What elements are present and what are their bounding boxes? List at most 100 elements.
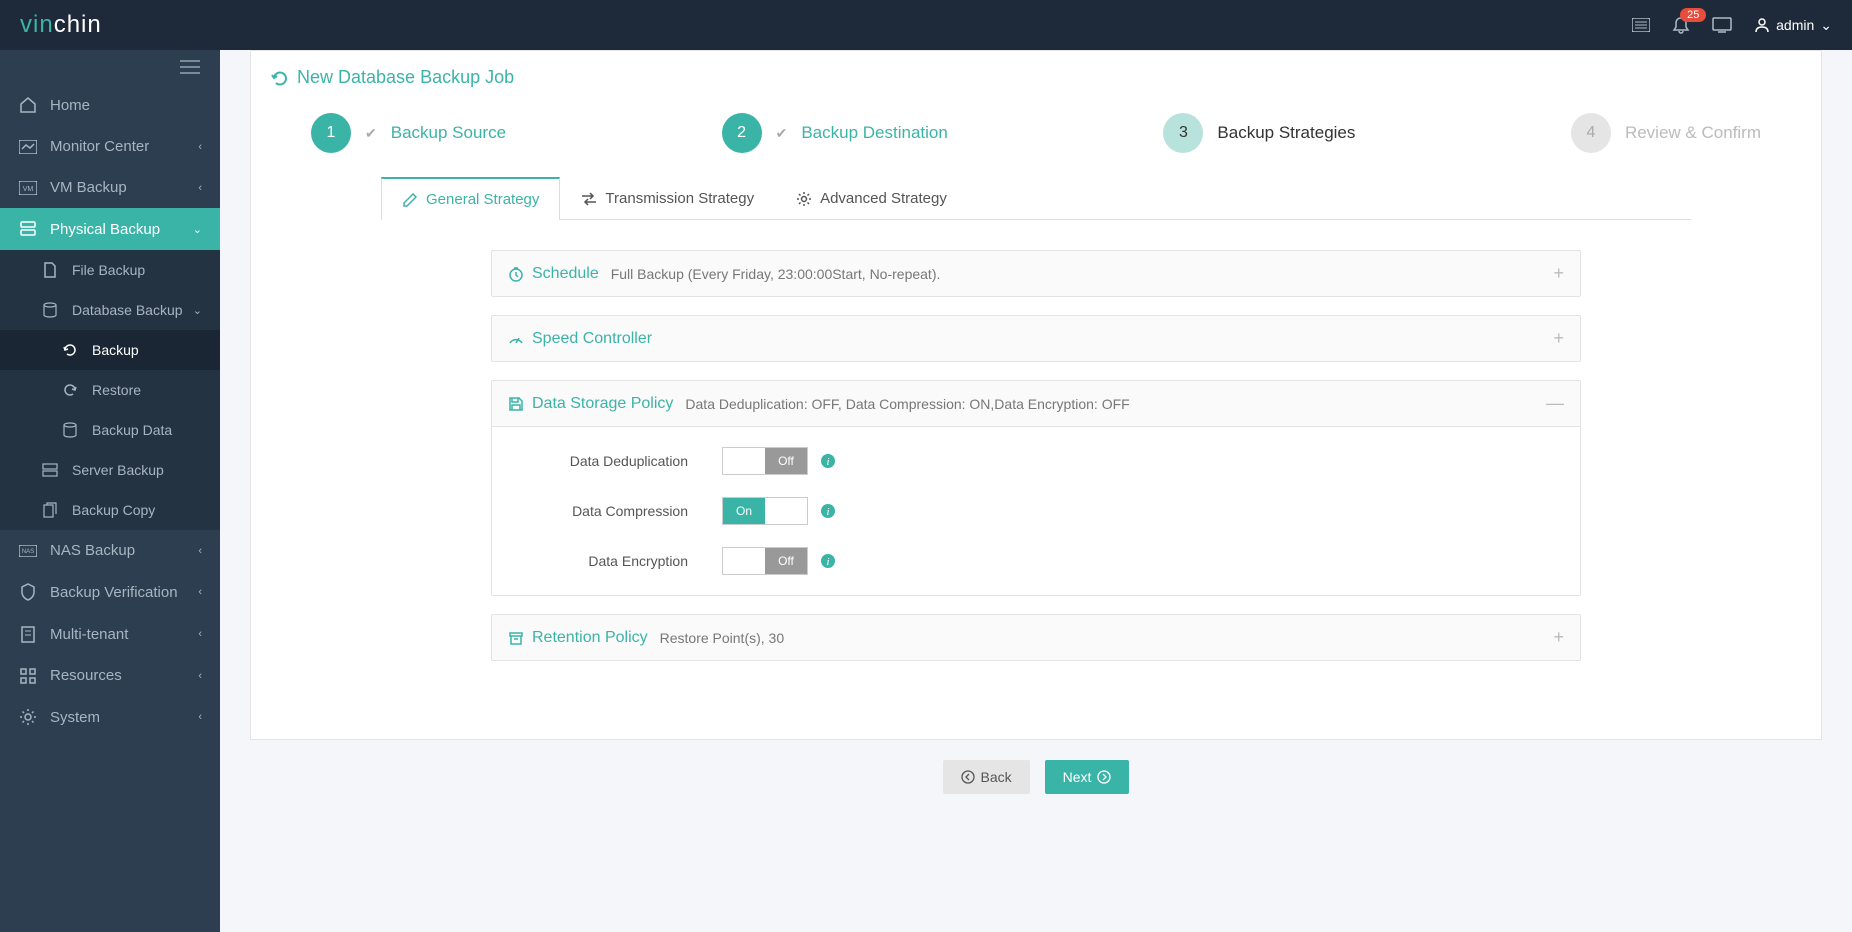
logo[interactable]: vinchin — [20, 11, 102, 39]
retention-section: Retention Policy Restore Point(s), 30 + — [491, 614, 1581, 661]
info-icon[interactable]: i — [820, 503, 836, 519]
chevron-icon: ‹ — [198, 711, 202, 723]
monitor-icon[interactable] — [1712, 17, 1732, 33]
database-icon — [60, 422, 80, 438]
step-number: 1 — [311, 113, 351, 153]
svg-text:VM: VM — [23, 186, 34, 193]
tab-advanced-strategy[interactable]: Advanced Strategy — [775, 177, 968, 219]
step-label: Review & Confirm — [1625, 123, 1761, 143]
main-content: New Database Backup Job 1 ✔ Backup Sourc… — [220, 50, 1852, 814]
sidebar-label: Resources — [50, 667, 122, 684]
refresh-icon — [60, 343, 80, 357]
tab-label: Advanced Strategy — [820, 190, 947, 207]
list-icon[interactable] — [1632, 18, 1650, 32]
sidebar-item-physical-backup[interactable]: Physical Backup ⌄ — [0, 208, 220, 250]
encrypt-label: Data Encryption — [522, 553, 722, 569]
sidebar-item-backup-data[interactable]: Backup Data — [0, 410, 220, 450]
next-button[interactable]: Next — [1045, 760, 1130, 794]
sidebar-item-system[interactable]: System ‹ — [0, 696, 220, 738]
refresh-icon — [271, 69, 289, 87]
minus-icon: — — [1546, 393, 1564, 414]
speed-title: Speed Controller — [508, 330, 652, 348]
sidebar-item-backup-copy[interactable]: Backup Copy — [0, 490, 220, 530]
wizard-step-4[interactable]: 4 Review & Confirm — [1571, 113, 1761, 153]
info-icon[interactable]: i — [820, 453, 836, 469]
sidebar-item-monitor[interactable]: Monitor Center ‹ — [0, 126, 220, 167]
archive-icon — [508, 630, 524, 646]
speed-header[interactable]: Speed Controller + — [492, 316, 1580, 361]
toggle-off-half: Off — [765, 548, 807, 574]
restore-icon — [60, 383, 80, 397]
wizard-step-3[interactable]: 3 Backup Strategies — [1163, 113, 1355, 153]
section-title: Schedule — [532, 265, 599, 283]
shield-icon — [18, 583, 38, 601]
tab-transmission-strategy[interactable]: Transmission Strategy — [560, 177, 775, 219]
physical-backup-submenu: File Backup Database Backup ⌄ Backup Res… — [0, 250, 220, 530]
sidebar-item-restore[interactable]: Restore — [0, 370, 220, 410]
sidebar-item-home[interactable]: Home — [0, 84, 220, 126]
sidebar-item-file-backup[interactable]: File Backup — [0, 250, 220, 290]
chevron-icon: ‹ — [198, 182, 202, 194]
accordion-container: Schedule Full Backup (Every Friday, 23:0… — [491, 250, 1581, 661]
chevron-down-icon: ⌄ — [193, 223, 202, 236]
compress-toggle[interactable]: On — [722, 497, 808, 525]
section-title: Retention Policy — [532, 629, 648, 647]
tab-label: Transmission Strategy — [605, 190, 754, 207]
sidebar-item-vm-backup[interactable]: VM VM Backup ‹ — [0, 167, 220, 208]
step-label: Backup Strategies — [1217, 123, 1355, 143]
encrypt-toggle[interactable]: Off — [722, 547, 808, 575]
server-icon — [40, 463, 60, 477]
strategy-tabs: General Strategy Transmission Strategy A… — [381, 177, 1691, 220]
sidebar-item-backup[interactable]: Backup — [0, 330, 220, 370]
database-icon — [40, 302, 60, 318]
retention-summary: Restore Point(s), 30 — [660, 630, 785, 646]
db-backup-submenu: Backup Restore Backup Data — [0, 330, 220, 450]
sidebar-label: Restore — [92, 382, 141, 398]
svg-text:NAS: NAS — [22, 549, 34, 555]
svg-text:i: i — [826, 506, 829, 518]
tab-general-strategy[interactable]: General Strategy — [381, 177, 560, 220]
gear-icon — [796, 191, 812, 207]
retention-title: Retention Policy — [508, 629, 648, 647]
hamburger-icon — [180, 60, 200, 74]
chevron-icon: ‹ — [198, 670, 202, 682]
sidebar-item-multi-tenant[interactable]: Multi-tenant ‹ — [0, 613, 220, 655]
arrow-left-icon — [961, 770, 975, 784]
sidebar-item-server-backup[interactable]: Server Backup — [0, 450, 220, 490]
page-title-text: New Database Backup Job — [297, 67, 514, 88]
bell-icon[interactable]: 25 — [1672, 16, 1690, 34]
sidebar-label: System — [50, 709, 100, 726]
wizard-step-1[interactable]: 1 ✔ Backup Source — [311, 113, 506, 153]
toggle-on-half — [723, 448, 765, 474]
sidebar-item-backup-verification[interactable]: Backup Verification ‹ — [0, 571, 220, 613]
chevron-icon: ‹ — [198, 628, 202, 640]
dedup-toggle[interactable]: Off — [722, 447, 808, 475]
sidebar-label: Home — [50, 97, 90, 114]
sidebar-label: Backup — [92, 342, 139, 358]
toggle-off-half — [765, 498, 807, 524]
wizard-step-2[interactable]: 2 ✔ Backup Destination — [722, 113, 948, 153]
grid-icon — [18, 668, 38, 684]
check-icon: ✔ — [776, 125, 788, 142]
retention-header[interactable]: Retention Policy Restore Point(s), 30 + — [492, 615, 1580, 660]
plus-icon: + — [1553, 263, 1564, 284]
sidebar-label: Physical Backup — [50, 221, 160, 238]
gear-icon — [18, 708, 38, 726]
sidebar-item-database-backup[interactable]: Database Backup ⌄ — [0, 290, 220, 330]
sidebar-toggle[interactable] — [0, 50, 220, 84]
schedule-header[interactable]: Schedule Full Backup (Every Friday, 23:0… — [492, 251, 1580, 296]
toggle-on-half — [723, 548, 765, 574]
info-icon[interactable]: i — [820, 553, 836, 569]
step-number: 4 — [1571, 113, 1611, 153]
storage-header[interactable]: Data Storage Policy Data Deduplication: … — [492, 381, 1580, 426]
storage-section: Data Storage Policy Data Deduplication: … — [491, 380, 1581, 596]
user-menu[interactable]: admin ⌄ — [1754, 17, 1832, 34]
sidebar-item-nas-backup[interactable]: NAS NAS Backup ‹ — [0, 530, 220, 571]
wizard-steps: 1 ✔ Backup Source 2 ✔ Backup Destination… — [271, 113, 1801, 177]
check-icon: ✔ — [365, 125, 377, 142]
step-number: 3 — [1163, 113, 1203, 153]
svg-text:i: i — [826, 556, 829, 568]
sidebar-item-resources[interactable]: Resources ‹ — [0, 655, 220, 696]
back-button[interactable]: Back — [943, 760, 1030, 794]
sidebar-label: VM Backup — [50, 179, 127, 196]
